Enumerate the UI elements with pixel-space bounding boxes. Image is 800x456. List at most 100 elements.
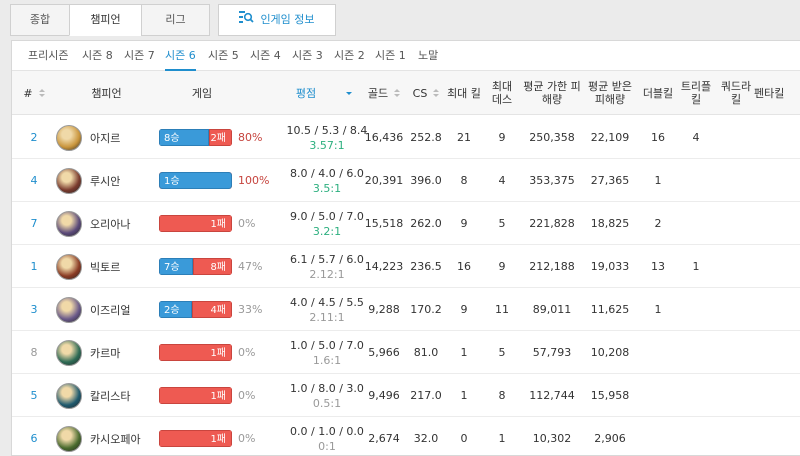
season-6[interactable]: 시즌 6 bbox=[165, 41, 196, 71]
champion-name[interactable]: 오리아나 bbox=[90, 216, 130, 232]
header-games[interactable]: 게임 bbox=[162, 71, 242, 115]
win-loss-bar: 2승 4패 bbox=[159, 301, 232, 318]
champion-name[interactable]: 빅토르 bbox=[90, 259, 120, 275]
champion-avatar[interactable] bbox=[56, 167, 82, 194]
header-max-death[interactable]: 최대 데스 bbox=[484, 71, 520, 115]
season-filter-bar: 프리시즌 시즌 8 시즌 7 시즌 6 시즌 5 시즌 4 시즌 3 시즌 2 … bbox=[12, 41, 800, 71]
gold-cell: 15,518 bbox=[364, 217, 404, 230]
season-normal[interactable]: 노말 bbox=[418, 41, 438, 71]
wins-segment: 7승 bbox=[159, 258, 194, 275]
win-loss-bar: 1패 bbox=[159, 215, 232, 232]
champion-avatar[interactable] bbox=[56, 425, 82, 452]
table-header: # 챔피언 게임 평점 골드 CS 최대 킬 최대 데스 평균 가한 피해량 평… bbox=[12, 71, 800, 115]
header-gold[interactable]: 골드 bbox=[362, 71, 406, 115]
damage-taken-cell: 15,958 bbox=[590, 389, 630, 402]
champion-cell[interactable]: 아지르 bbox=[42, 116, 157, 159]
kda-text: 6.1 / 5.7 / 6.0 bbox=[290, 252, 364, 266]
header-triple-kill[interactable]: 트리플 킬 bbox=[680, 71, 712, 115]
damage-taken-cell: 10,208 bbox=[590, 346, 630, 359]
triple-kill-cell bbox=[680, 417, 712, 456]
quadra-kill-cell bbox=[720, 245, 752, 288]
games-cell: 8승 2패 80% bbox=[147, 116, 277, 159]
tab-ingame-info[interactable]: 인게임 정보 bbox=[218, 4, 336, 36]
champion-name[interactable]: 이즈리얼 bbox=[90, 302, 130, 318]
quadra-kill-cell bbox=[720, 331, 752, 374]
wins-segment: 8승 bbox=[159, 129, 210, 146]
header-avg-damage-taken[interactable]: 평균 받은 피해량 bbox=[582, 71, 638, 115]
triple-kill-cell bbox=[680, 159, 712, 202]
season-5[interactable]: 시즌 5 bbox=[208, 41, 239, 71]
double-kill-cell bbox=[638, 417, 678, 456]
champion-name[interactable]: 루시안 bbox=[90, 173, 120, 189]
champion-cell[interactable]: 오리아나 bbox=[42, 202, 157, 245]
damage-taken-cell: 18,825 bbox=[590, 217, 630, 230]
kda-text: 1.0 / 8.0 / 3.0 bbox=[290, 381, 364, 395]
kda-cell: 9.0 / 5.0 / 7.0 3.2:1 bbox=[280, 202, 374, 245]
season-4[interactable]: 시즌 4 bbox=[250, 41, 281, 71]
header-max-kill[interactable]: 최대 킬 bbox=[444, 71, 484, 115]
champion-cell[interactable]: 카시오페아 bbox=[42, 417, 157, 456]
season-1[interactable]: 시즌 1 bbox=[375, 41, 406, 71]
season-8[interactable]: 시즌 8 bbox=[82, 41, 113, 71]
kda-ratio: 3.2:1 bbox=[312, 224, 342, 238]
header-avg-damage-dealt[interactable]: 평균 가한 피해량 bbox=[522, 71, 582, 115]
table-row[interactable]: 7 오리아나 1패 0% 9.0 / 5.0 / 7.0 3.2:1 15,518 262.0… bbox=[12, 202, 800, 245]
header-double-kill[interactable]: 더블킬 bbox=[638, 71, 678, 115]
season-3[interactable]: 시즌 3 bbox=[292, 41, 323, 71]
season-7[interactable]: 시즌 7 bbox=[124, 41, 155, 71]
table-row[interactable]: 4 루시안 1승 100% 8.0 / 4.0 / 6.0 3.5:1 20,391 396.… bbox=[12, 159, 800, 202]
champion-cell[interactable]: 루시안 bbox=[42, 159, 157, 202]
win-loss-bar: 8승 2패 bbox=[159, 129, 232, 146]
kda-ratio: 0.5:1 bbox=[312, 396, 342, 410]
champion-avatar[interactable] bbox=[56, 210, 82, 237]
champion-cell[interactable]: 칼리스타 bbox=[42, 374, 157, 417]
champion-avatar[interactable] bbox=[56, 382, 82, 409]
champion-cell[interactable]: 빅토르 bbox=[42, 245, 157, 288]
tab-league[interactable]: 리그 bbox=[141, 4, 210, 36]
win-loss-bar: 1패 bbox=[159, 387, 232, 404]
season-preseason[interactable]: 프리시즌 bbox=[28, 41, 68, 71]
season-2[interactable]: 시즌 2 bbox=[334, 41, 365, 71]
kda-cell: 10.5 / 5.3 / 8.4 3.57:1 bbox=[280, 116, 374, 159]
tab-summary[interactable]: 종합 bbox=[10, 4, 70, 36]
gold-cell: 5,966 bbox=[368, 346, 400, 359]
kda-text: 1.0 / 5.0 / 7.0 bbox=[290, 338, 364, 352]
champion-avatar[interactable] bbox=[56, 339, 82, 366]
champion-cell[interactable]: 이즈리얼 bbox=[42, 288, 157, 331]
losses-segment: 1패 bbox=[159, 430, 232, 447]
max-death-cell: 1 bbox=[498, 432, 506, 445]
champion-name[interactable]: 칼리스타 bbox=[90, 388, 130, 404]
header-rating[interactable]: 평점 bbox=[272, 71, 362, 115]
champion-avatar[interactable] bbox=[56, 296, 82, 323]
max-kill-cell: 21 bbox=[457, 131, 471, 144]
champion-name[interactable]: 카르마 bbox=[90, 345, 120, 361]
max-kill-cell: 9 bbox=[460, 303, 468, 316]
table-row[interactable]: 6 카시오페아 1패 0% 0.0 / 1.0 / 0.0 0:1 2,674 32.0 0 1 1… bbox=[12, 417, 800, 456]
table-row[interactable]: 3 이즈리얼 2승 4패 33% 4.0 / 4.5 / 5.5 2.11:1 9,288 17… bbox=[12, 288, 800, 331]
table-row[interactable]: 5 칼리스타 1패 0% 1.0 / 8.0 / 3.0 0.5:1 9,496 217.0 1… bbox=[12, 374, 800, 417]
tab-champion[interactable]: 챔피언 bbox=[69, 4, 142, 36]
header-rank[interactable]: # bbox=[18, 71, 50, 115]
header-quadra-kill[interactable]: 쿼드라 킬 bbox=[720, 71, 752, 115]
kda-text: 4.0 / 4.5 / 5.5 bbox=[290, 295, 364, 309]
kda-ratio: 2.12:1 bbox=[309, 267, 345, 281]
top-tab-bar: 종합 챔피언 리그 인게임 정보 bbox=[0, 0, 800, 36]
damage-dealt-cell: 250,358 bbox=[529, 131, 575, 144]
penta-kill-cell bbox=[754, 202, 794, 245]
champion-avatar[interactable] bbox=[56, 124, 82, 151]
champion-cell[interactable]: 카르마 bbox=[42, 331, 157, 374]
table-row[interactable]: 1 빅토르 7승 8패 47% 6.1 / 5.7 / 6.0 2.12:1 14,223 23… bbox=[12, 245, 800, 288]
header-cs[interactable]: CS bbox=[408, 71, 444, 115]
header-penta-kill[interactable]: 펜타킬 bbox=[754, 71, 800, 115]
winrate-text: 80% bbox=[238, 131, 263, 144]
penta-kill-cell bbox=[754, 374, 794, 417]
table-row[interactable]: 8 카르마 1패 0% 1.0 / 5.0 / 7.0 1.6:1 5,966 81.0 1 5 5… bbox=[12, 331, 800, 374]
champion-name[interactable]: 아지르 bbox=[90, 130, 120, 146]
champion-avatar[interactable] bbox=[56, 253, 82, 280]
penta-kill-cell bbox=[754, 159, 794, 202]
champion-name[interactable]: 카시오페아 bbox=[90, 431, 141, 447]
damage-taken-cell: 22,109 bbox=[590, 131, 630, 144]
penta-kill-cell bbox=[754, 288, 794, 331]
table-row[interactable]: 2 아지르 8승 2패 80% 10.5 / 5.3 / 8.4 3.57:1 16,436 2… bbox=[12, 116, 800, 159]
quadra-kill-cell bbox=[720, 288, 752, 331]
